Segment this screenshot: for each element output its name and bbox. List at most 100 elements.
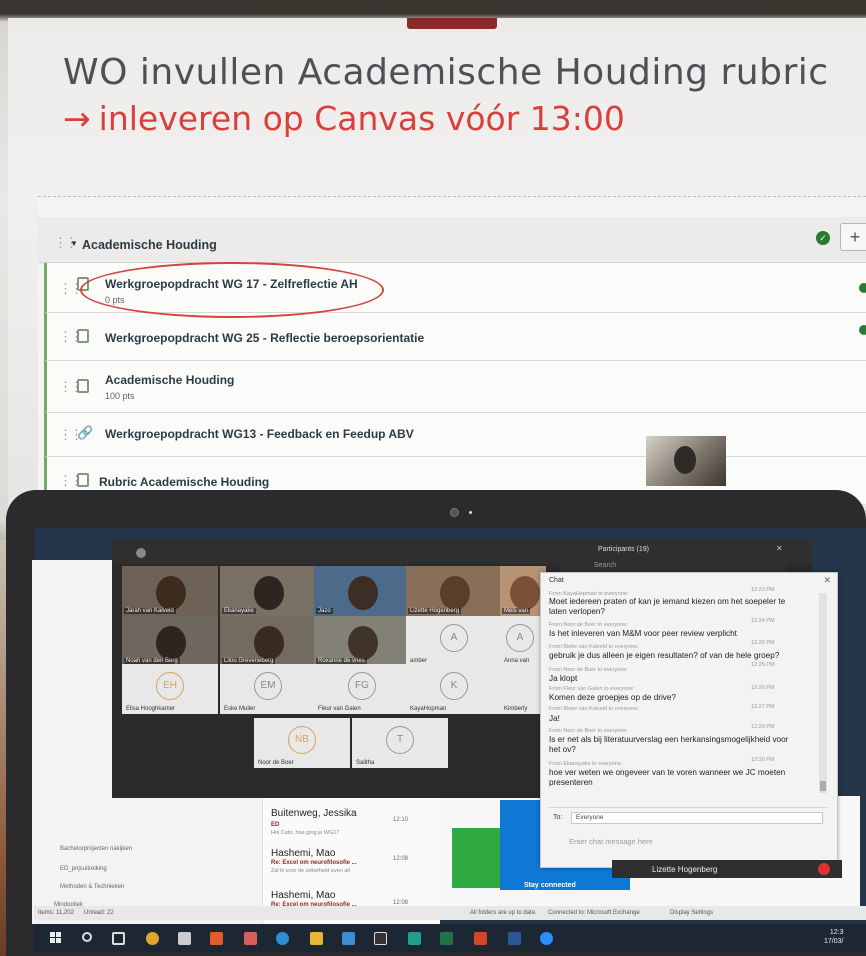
status-items-count: Items: 11,202 [38, 910, 74, 916]
published-icon[interactable] [859, 283, 866, 293]
participant-initials: T [386, 726, 414, 754]
participant-name: Kimberly [504, 706, 528, 712]
chrome-icon[interactable] [146, 932, 159, 945]
mail-time: 12:10 [393, 817, 409, 823]
video-tile[interactable]: Ekanayake [220, 566, 316, 616]
participant-name: Eske Muller [224, 706, 256, 712]
item-title[interactable]: Academische Houding [105, 373, 234, 387]
chat-panel: Chat ✕ From KayaHopman to everyone: 12:2… [540, 572, 838, 868]
participant-name: KayaHopman [410, 706, 447, 712]
chat-message-input[interactable]: Enter chat message here [569, 837, 653, 846]
video-tile[interactable]: EM Eske Muller [220, 664, 316, 714]
zoom-icon[interactable] [540, 932, 553, 945]
excel-icon[interactable] [440, 932, 453, 945]
video-tile[interactable]: A amber [406, 616, 502, 666]
zoom-menu-icon[interactable] [136, 548, 146, 558]
chat-message-text: Is er net als bij literatuurverslag een … [549, 735, 789, 754]
close-icon[interactable]: ✕ [776, 544, 783, 553]
chat-message-time: 12:26 PM [751, 685, 775, 691]
participants-title: Participants (19) [598, 546, 649, 553]
record-icon[interactable] [818, 863, 830, 875]
video-tile[interactable]: EH Elisa Hooghkamer [122, 664, 218, 714]
module-header[interactable]: ⋮⋮ ▼ Academische Houding [38, 217, 866, 263]
item-title[interactable]: Werkgroepopdracht WG13 - Feedback en Fee… [105, 427, 414, 441]
assignment-icon [77, 329, 89, 343]
app-icon[interactable] [276, 932, 289, 945]
mail-sender[interactable]: Hashemi, Mao [271, 890, 335, 901]
chat-message-meta: From Fleur van Galen to everyone: [549, 686, 635, 692]
clock-time: 12:3 [829, 929, 844, 936]
status-sync: All folders are up to date. [470, 910, 537, 916]
nav-item[interactable]: Bachelorprojecten nakijken [60, 846, 132, 852]
status-display-settings[interactable]: Display Settings [670, 910, 713, 916]
video-tile[interactable]: FG Fleur van Galen [314, 664, 410, 714]
windows-start-icon[interactable] [50, 932, 62, 944]
chat-message-meta: From Bieke van Kalveld to everyone: [549, 706, 639, 712]
video-tile[interactable]: Jazo [314, 566, 410, 616]
close-icon[interactable]: ✕ [823, 575, 831, 586]
participant-name: Elisa Hooghkamer [126, 706, 176, 712]
nav-item[interactable]: ED_prijsuitreiking [60, 866, 107, 872]
chat-message-text: hoe ver weten we ongeveer van te voren w… [549, 768, 786, 787]
nav-item[interactable]: Methoden & Technieken [60, 884, 124, 890]
taskbar-clock[interactable]: 12:3 17/03/ [824, 928, 843, 946]
green-block [452, 828, 500, 888]
app-icon[interactable] [408, 932, 421, 945]
search-icon[interactable] [82, 932, 92, 942]
mail-subject: Re: Excel om neurofilosofie ... [271, 860, 357, 866]
slide-title-line1: WO invullen Academische Houding rubric [63, 52, 829, 93]
module-item-row[interactable]: ⋮⋮ Werkgroepopdracht WG 25 - Reflectie b… [44, 313, 866, 361]
chat-to-label: To: [553, 814, 563, 821]
video-tile[interactable]: NB Noor de Boer [254, 718, 350, 768]
module-item-row[interactable]: ⋮⋮ Academische Houding 100 pts [44, 361, 866, 413]
word-icon[interactable] [508, 932, 521, 945]
chat-message-text: Is het inleveren van M&M voor peer revie… [549, 629, 737, 638]
mail-preview: Hoi Cato, hoe ging je WG17 [271, 830, 340, 836]
webcam-icon [450, 508, 459, 517]
video-tile[interactable]: Lizette Hogenberg [406, 566, 502, 616]
app-icon[interactable] [374, 932, 387, 945]
chat-scrollbar[interactable] [819, 593, 827, 793]
item-title[interactable]: Werkgroepopdracht WG 25 - Reflectie bero… [105, 331, 424, 345]
participants-search[interactable]: Search [594, 562, 616, 569]
chat-recipient-select[interactable]: Everyone [571, 812, 823, 824]
app-icon[interactable] [244, 932, 257, 945]
arrow-icon: → [63, 99, 91, 138]
slide-title-line2: → inleveren op Canvas vóór 13:00 [63, 99, 625, 138]
chat-title: Chat [549, 577, 564, 584]
calculator-icon[interactable] [178, 932, 191, 945]
chat-message-meta: From Noor de Boer to everyone: [549, 728, 628, 734]
participant-name: Fleur van Galen [318, 706, 361, 712]
video-tile[interactable]: Roxanne de vries [314, 616, 410, 666]
video-tile[interactable]: Lilou Greveneberg [220, 616, 316, 666]
module-published-icon[interactable]: ✓ [816, 231, 830, 245]
active-speaker-bar: Lizette Hogenberg [612, 860, 842, 878]
video-tile[interactable]: K KayaHopman [406, 664, 502, 714]
powerpoint-icon[interactable] [474, 932, 487, 945]
add-item-button[interactable]: + [840, 223, 866, 251]
outlook-status-bar: Items: 11,202 Unread: 22 All folders are… [34, 906, 866, 920]
item-title[interactable]: Rubric Academische Houding [99, 475, 269, 489]
mail-sender[interactable]: Hashemi, Mao [271, 848, 335, 859]
published-icon[interactable] [859, 325, 866, 335]
participant-initials: A [440, 624, 468, 652]
chat-message-time: 12:24 PM [751, 618, 775, 624]
participant-name: Ekanayake [222, 608, 256, 614]
page-icon [77, 473, 89, 487]
chat-message-time: 12:30 PM [751, 757, 775, 763]
video-tile[interactable]: Noah van den Berg [122, 616, 218, 666]
task-view-icon[interactable] [112, 932, 125, 945]
app-icon[interactable] [210, 932, 223, 945]
assignment-icon [77, 379, 89, 393]
video-tile[interactable]: T Salitha [352, 718, 448, 768]
file-explorer-icon[interactable] [310, 932, 323, 945]
app-icon[interactable] [342, 932, 355, 945]
mail-sender[interactable]: Buitenweg, Jessika [271, 808, 357, 819]
collapse-caret-icon[interactable]: ▼ [70, 239, 78, 248]
reading-pane-text: Stay connected [524, 882, 576, 889]
link-icon: 🔗 [77, 425, 94, 440]
canvas-module: ⋮⋮ ▼ Academische Houding ✓ + ⋮⋮ Werkgroe… [38, 196, 866, 506]
module-title: Academische Houding [82, 238, 217, 252]
video-tile[interactable]: Jarah van Kalveld [122, 566, 218, 616]
module-item-row[interactable]: ⋮⋮ 🔗 Werkgroepopdracht WG13 - Feedback e… [44, 413, 866, 457]
